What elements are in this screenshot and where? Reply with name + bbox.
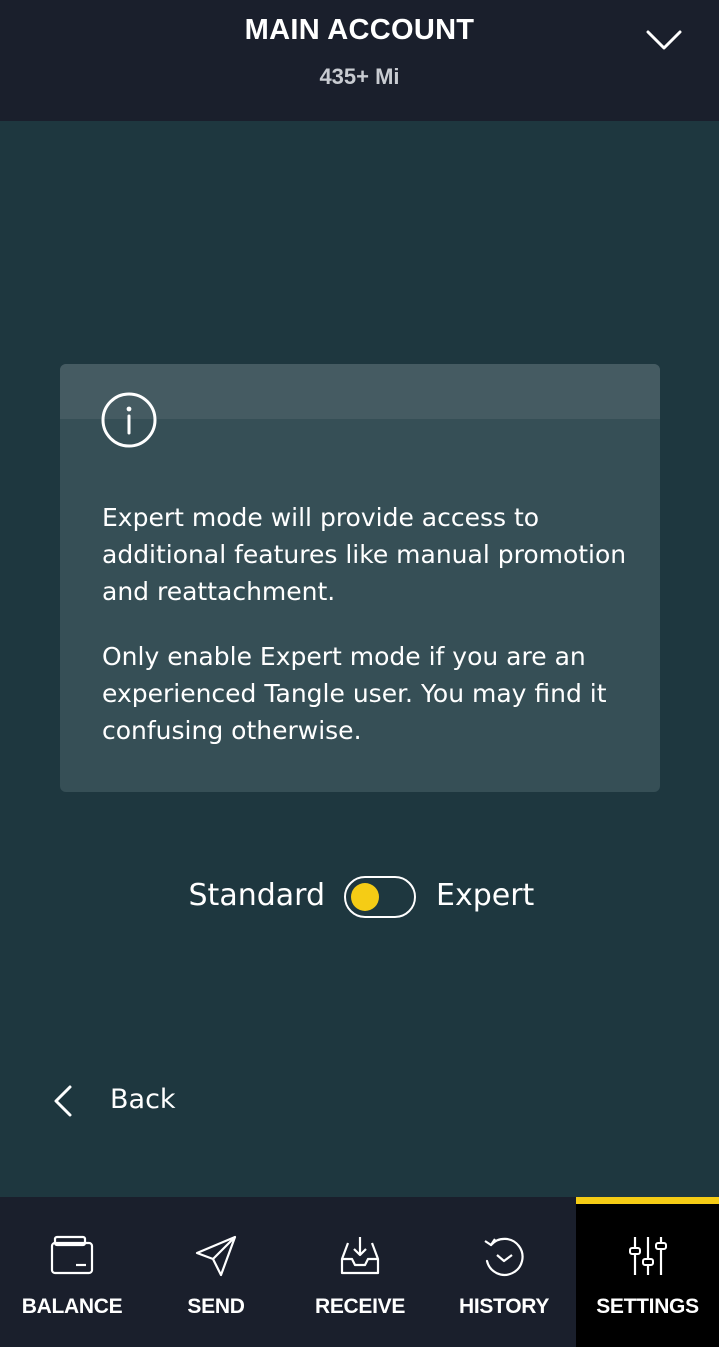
- history-clock-icon: [481, 1233, 527, 1279]
- nav-label: SETTINGS: [596, 1295, 699, 1318]
- nav-label: BALANCE: [21, 1295, 123, 1318]
- wallet-icon: [49, 1233, 95, 1279]
- nav-send[interactable]: SEND: [144, 1197, 288, 1347]
- chevron-left-icon: [50, 1084, 74, 1118]
- back-label: Back: [110, 1084, 176, 1115]
- nav-history[interactable]: HISTORY: [432, 1197, 576, 1347]
- info-paragraph-warning: Only enable Expert mode if you are an ex…: [102, 642, 607, 745]
- account-name[interactable]: MAIN ACCOUNT: [0, 14, 719, 47]
- info-paragraph-features: Expert mode will provide access to addit…: [102, 503, 627, 606]
- nav-settings[interactable]: SETTINGS: [576, 1197, 719, 1347]
- nav-balance[interactable]: BALANCE: [0, 1197, 144, 1347]
- expert-mode-toggle[interactable]: [344, 876, 416, 918]
- expert-mode-label: Expert: [436, 878, 535, 913]
- bottom-navigation: BALANCE SEND RECEIVE HISTORY SETTINGS: [0, 1197, 719, 1347]
- chevron-down-icon[interactable]: [644, 25, 684, 55]
- nav-label: SEND: [187, 1295, 245, 1318]
- inbox-download-icon: [337, 1233, 383, 1279]
- standard-mode-label: Standard: [188, 878, 325, 913]
- account-balance: 435+ Mi: [319, 64, 400, 89]
- nav-label: HISTORY: [458, 1295, 550, 1318]
- paper-plane-icon: [193, 1233, 239, 1279]
- expert-mode-info-card: Expert mode will provide access to addit…: [60, 364, 660, 792]
- info-icon: [101, 392, 157, 448]
- back-button[interactable]: Back: [40, 1072, 200, 1130]
- mode-toggle-row: Standard Expert: [0, 872, 719, 924]
- toggle-knob: [351, 883, 379, 911]
- nav-receive[interactable]: RECEIVE: [288, 1197, 432, 1347]
- top-bar: MAIN ACCOUNT 435+ Mi: [0, 0, 719, 121]
- sliders-icon: [625, 1233, 671, 1279]
- nav-label: RECEIVE: [314, 1295, 406, 1318]
